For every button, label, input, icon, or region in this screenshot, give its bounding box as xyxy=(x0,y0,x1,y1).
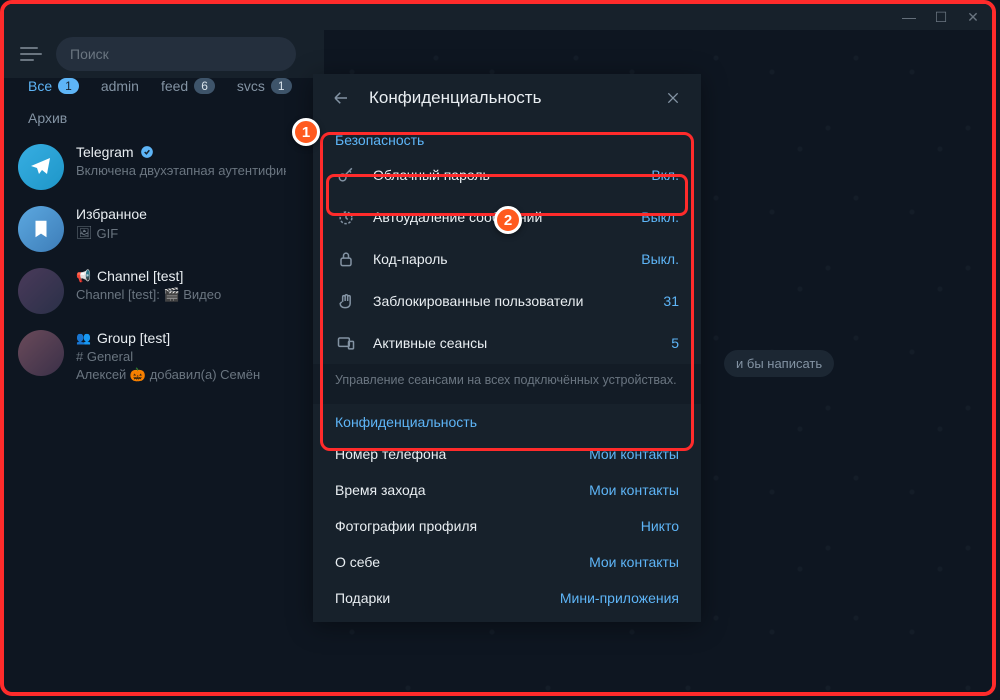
chat-subtitle-1: # General xyxy=(76,349,286,364)
avatar xyxy=(18,330,64,376)
chat-name: Избранное xyxy=(76,206,147,222)
row-value: 5 xyxy=(671,335,679,351)
tab-label: svcs xyxy=(237,78,265,94)
row-label: Время захода xyxy=(335,482,573,498)
panel-title: Конфиденциальность xyxy=(369,88,645,108)
verified-icon xyxy=(140,145,154,159)
row-bio[interactable]: О себе Мои контакты xyxy=(313,544,701,580)
maximize-button[interactable]: ☐ xyxy=(934,10,948,24)
tab-label: Все xyxy=(28,78,52,94)
row-label: Код-пароль xyxy=(373,251,625,267)
row-blocked-users[interactable]: Заблокированные пользователи 31 xyxy=(313,280,701,322)
tab-label: feed xyxy=(161,78,188,94)
chat-subtitle: Channel [test]: 🎬 Видео xyxy=(76,287,286,303)
row-value: Мини-приложения xyxy=(560,590,679,606)
close-panel-button[interactable] xyxy=(663,88,683,108)
privacy-section-label: Конфиденциальность xyxy=(313,404,701,436)
tab-admin[interactable]: admin xyxy=(101,78,139,94)
row-label: Активные сеансы xyxy=(373,335,655,351)
row-gifts[interactable]: Подарки Мини-приложения xyxy=(313,580,701,616)
row-active-sessions[interactable]: Активные сеансы 5 xyxy=(313,322,701,364)
row-cloud-password[interactable]: Облачный пароль Вкл. xyxy=(313,154,701,196)
tab-badge: 6 xyxy=(194,78,215,94)
thumb-icon: 🖼 xyxy=(76,225,93,241)
chat-name: Telegram xyxy=(76,144,134,160)
row-value: Вкл. xyxy=(651,167,679,183)
row-last-seen[interactable]: Время захода Мои контакты xyxy=(313,472,701,508)
chat-subtitle-2: Алексей 🎃 добавил(а) Семён xyxy=(76,367,286,383)
tab-all[interactable]: Все 1 xyxy=(28,78,79,94)
megaphone-icon: 📢 xyxy=(76,269,91,283)
privacy-panel: Конфиденциальность Безопасность Облачный… xyxy=(313,74,701,622)
row-label: Номер телефона xyxy=(335,446,573,462)
row-phone-number[interactable]: Номер телефона Мои контакты xyxy=(313,436,701,472)
row-value: Мои контакты xyxy=(589,446,679,462)
chat-name: Group [test] xyxy=(97,330,170,346)
timer-icon xyxy=(335,206,357,228)
row-passcode[interactable]: Код-пароль Выкл. xyxy=(313,238,701,280)
row-profile-photos[interactable]: Фотографии профиля Никто xyxy=(313,508,701,544)
search-input[interactable]: Поиск xyxy=(56,37,296,71)
back-button[interactable] xyxy=(331,88,351,108)
row-value: Мои контакты xyxy=(589,554,679,570)
chat-name: Channel [test] xyxy=(97,268,183,284)
empty-chat-hint: и бы написать xyxy=(724,350,834,377)
annotation-number-2: 2 xyxy=(494,206,522,234)
row-value: Выкл. xyxy=(641,251,679,267)
row-label: Подарки xyxy=(335,590,544,606)
devices-icon xyxy=(335,332,357,354)
close-window-button[interactable]: ✕ xyxy=(966,10,980,24)
row-value: Мои контакты xyxy=(589,482,679,498)
row-label: Фотографии профиля xyxy=(335,518,625,534)
tab-badge: 1 xyxy=(58,78,79,94)
security-section-label: Безопасность xyxy=(313,122,701,154)
row-value: 31 xyxy=(663,293,679,309)
row-label: Заблокированные пользователи xyxy=(373,293,647,309)
menu-icon[interactable] xyxy=(20,47,42,61)
avatar xyxy=(18,206,64,252)
tab-badge: 1 xyxy=(271,78,292,94)
avatar xyxy=(18,144,64,190)
avatar xyxy=(18,268,64,314)
annotation-number-1: 1 xyxy=(292,118,320,146)
row-value: Выкл. xyxy=(641,209,679,225)
lock-icon xyxy=(335,248,357,270)
row-label: Облачный пароль xyxy=(373,167,635,183)
hand-icon xyxy=(335,290,357,312)
tab-label: admin xyxy=(101,78,139,94)
titlebar: — ☐ ✕ xyxy=(4,4,992,30)
row-label: О себе xyxy=(335,554,573,570)
tab-feed[interactable]: feed 6 xyxy=(161,78,215,94)
chat-subtitle: 🖼 GIF xyxy=(76,225,286,241)
row-value: Никто xyxy=(641,518,679,534)
security-hint: Управление сеансами на всех подключённых… xyxy=(313,364,701,404)
minimize-button[interactable]: — xyxy=(902,10,916,24)
group-icon: 👥 xyxy=(76,331,91,345)
key-icon xyxy=(335,164,357,186)
chat-subtitle: Включена двухэтапная аутентифик xyxy=(76,163,286,178)
tab-svcs[interactable]: svcs 1 xyxy=(237,78,292,94)
